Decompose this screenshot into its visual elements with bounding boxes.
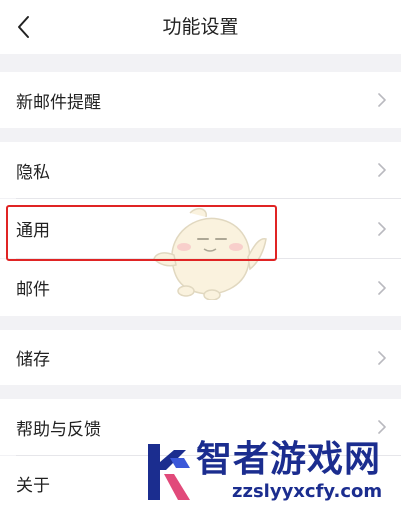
chevron-right-icon xyxy=(378,280,386,295)
chevron-right-icon xyxy=(378,93,386,107)
page-title: 功能设置 xyxy=(162,16,239,38)
settings-item-storage[interactable]: 储存 xyxy=(0,330,401,385)
settings-item-label: 隐私 xyxy=(16,162,50,183)
settings-item-label: 邮件 xyxy=(16,280,50,300)
site-watermark: 智者游戏网 zzslyyxcfy.com xyxy=(140,438,401,506)
settings-item-privacy[interactable]: 隐私 xyxy=(0,142,401,198)
chevron-right-icon xyxy=(378,221,386,236)
chevron-right-icon xyxy=(378,420,386,434)
chevron-right-icon xyxy=(378,163,386,177)
top-bar: 功能设置 xyxy=(0,0,401,54)
logo-icon xyxy=(148,444,190,500)
watermark-name: 智者游戏网 xyxy=(196,439,382,480)
settings-item-label: 关于 xyxy=(16,475,50,496)
chevron-right-icon xyxy=(378,350,386,365)
settings-item-label: 帮助与反馈 xyxy=(16,419,101,440)
highlight-box xyxy=(6,205,277,261)
settings-item-new-mail-alert[interactable]: 新邮件提醒 xyxy=(0,72,401,128)
settings-item-label: 储存 xyxy=(16,350,50,370)
settings-item-label: 新邮件提醒 xyxy=(16,92,101,113)
watermark-url: zzslyyxcfy.com xyxy=(232,481,383,502)
